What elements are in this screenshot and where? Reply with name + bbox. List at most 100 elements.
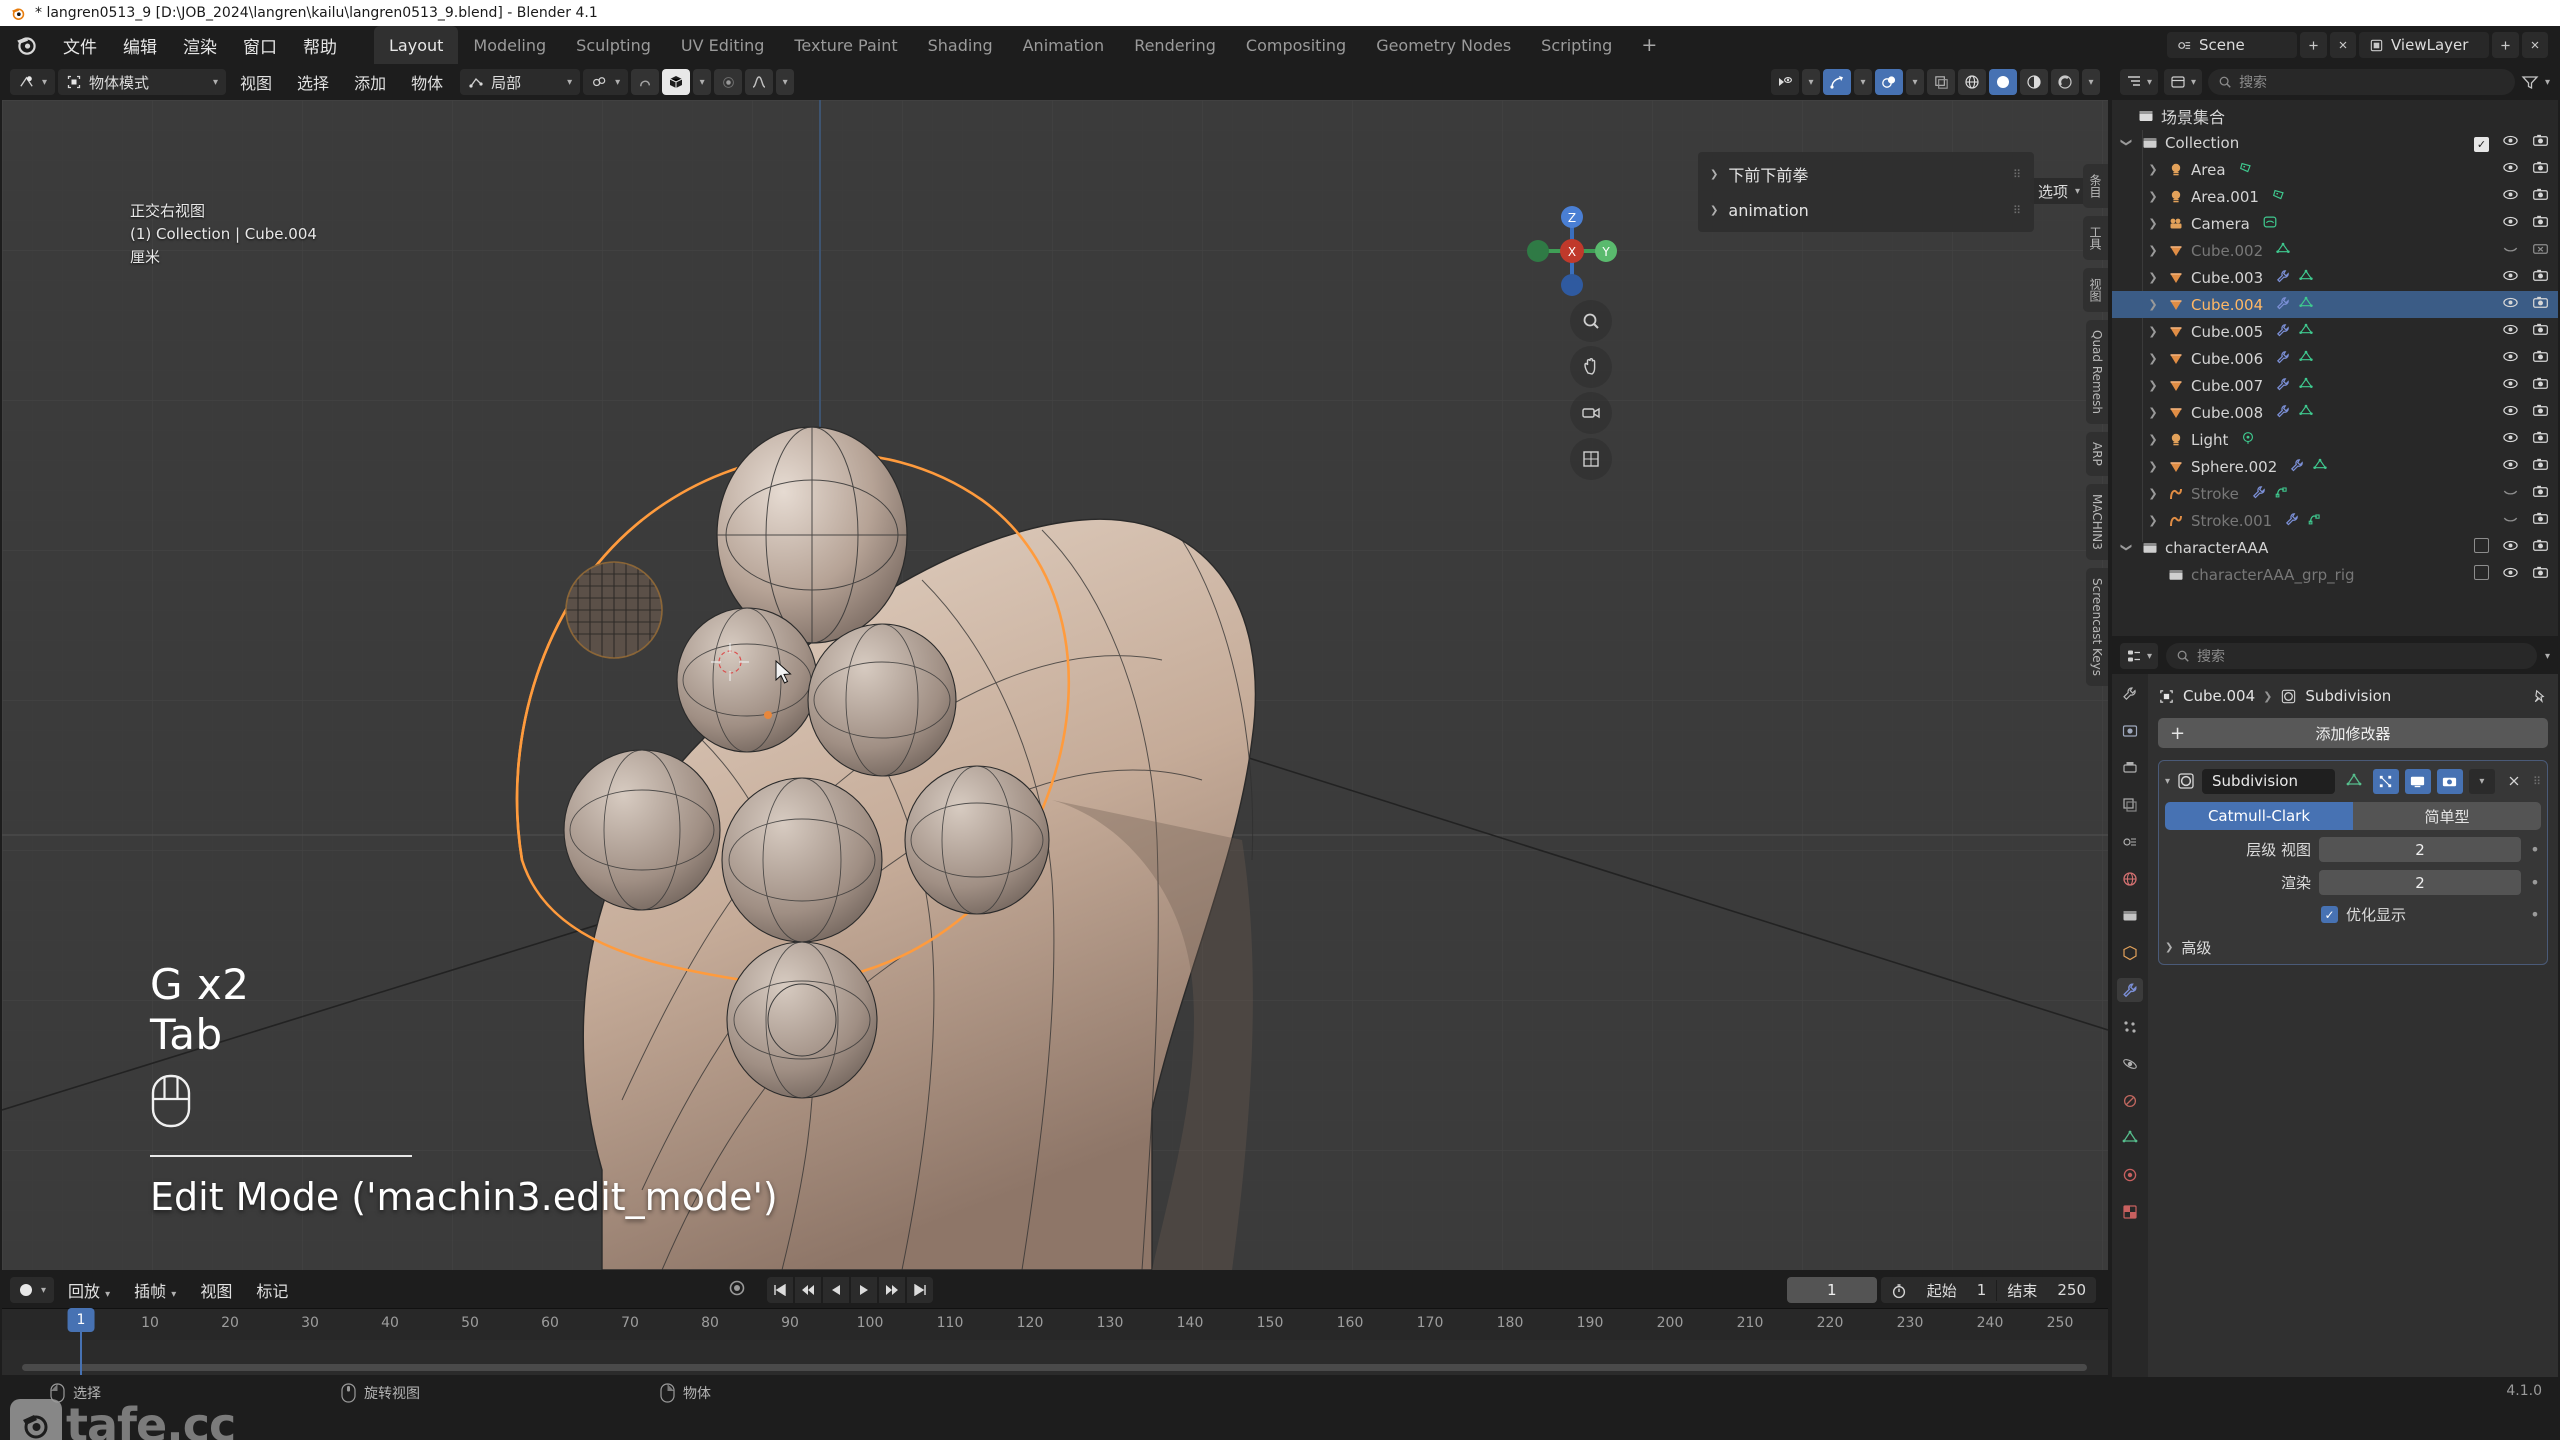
mirror-x-toggle[interactable] [714,69,743,95]
hide-in-viewport-toggle[interactable] [2502,132,2519,153]
tab-texture-paint[interactable]: Texture Paint [779,26,912,64]
playhead-frame-label[interactable]: 1 [67,1308,95,1332]
modifier-icon[interactable] [2284,511,2300,531]
grip-icon[interactable]: ⠿ [2533,775,2541,788]
modifier-icon[interactable] [2275,376,2291,396]
tab-particles[interactable] [2117,1015,2143,1039]
timeline-horizontal-scrollbar[interactable] [22,1364,2087,1371]
vtab-view[interactable]: 视图 [2083,268,2108,312]
outliner-editor[interactable]: ▾ ▾ 搜索 ▾ 场景集合 ❯ Collection ✓ ❯ Area ❯ Ar… [2112,64,2558,636]
overlays-dropdown[interactable]: ▾ [1906,69,1924,95]
vtab-tool[interactable]: 工具 [2083,216,2108,260]
sidebar-npanel[interactable]: ❯ 下前下前拳 ⠿ ❯ animation ⠿ [1698,152,2034,232]
mesh-data-icon[interactable] [2298,295,2314,315]
disable-in-render-toggle[interactable] [2532,429,2549,450]
disclosure-triangle-icon[interactable]: ❯ [2116,541,2138,554]
disable-in-render-toggle[interactable] [2532,186,2549,207]
transform-orientation-selector[interactable]: 局部 ▾ [460,69,581,95]
outliner-row-stroke[interactable]: ❯ Stroke [2112,480,2558,507]
viewlayer-selector[interactable]: ViewLayer [2359,32,2489,58]
tab-world[interactable] [2117,867,2143,891]
disable-in-render-toggle[interactable] [2532,375,2549,396]
modifier-icon[interactable] [2275,268,2291,288]
falloff-curve-button[interactable] [745,69,774,95]
shading-dropdown[interactable]: ▾ [2082,69,2100,95]
collection-exclude-checkbox[interactable]: ✓ [2474,134,2489,152]
timeline-menu-marker[interactable]: 标记 [246,1275,298,1305]
light-data-icon[interactable] [2271,187,2287,207]
hide-in-viewport-toggle[interactable] [2502,213,2519,234]
tab-constraints[interactable] [2117,1089,2143,1113]
tab-viewlayer[interactable] [2117,793,2143,817]
outliner-row-cube-008[interactable]: ❯ Cube.008 [2112,399,2558,426]
blender-app-menu-icon[interactable] [14,32,40,58]
properties-content[interactable]: Cube.004 ❯ Subdivision + 添加修改器 ▾ Subdivi… [2148,674,2558,1377]
modifier-icon[interactable] [2251,484,2267,504]
outliner-row-camera[interactable]: ❯ Camera [2112,210,2558,237]
disable-in-render-toggle[interactable] [2532,537,2549,558]
modifier-render-toggle[interactable] [2436,768,2463,794]
outliner-row-cube-005[interactable]: ❯ Cube.005 [2112,318,2558,345]
hide-in-viewport-toggle[interactable] [2502,159,2519,180]
outliner-row-cube-006[interactable]: ❯ Cube.006 [2112,345,2558,372]
modifier-expand-icon[interactable]: ▾ [2165,776,2170,787]
disable-in-render-toggle[interactable] [2532,240,2549,261]
modifier-icon[interactable] [2275,295,2291,315]
mesh-data-icon[interactable] [2298,322,2314,342]
tab-uv-editing[interactable]: UV Editing [666,26,779,64]
modifier-edit-mode-toggle[interactable] [2372,768,2399,794]
tab-compositing[interactable]: Compositing [1231,26,1361,64]
tab-rendering[interactable]: Rendering [1119,26,1231,64]
disclosure-triangle-icon[interactable]: ❯ [2142,325,2164,338]
timeline-editor[interactable]: ▾ 回放 ▾ 插帧 ▾ 视图 标记 1 起始 1 结束 250 10 20 30… [2,1272,2108,1375]
hide-in-viewport-toggle[interactable] [2502,510,2519,531]
tab-physics[interactable] [2117,1052,2143,1076]
light-data-icon[interactable] [2238,160,2254,180]
mesh-data-icon[interactable] [2275,241,2291,261]
outliner-display-mode-selector[interactable]: ▾ [2164,69,2203,95]
menu-window[interactable]: 窗口 [230,29,290,62]
grip-icon[interactable]: ⠿ [2013,204,2022,217]
tab-texture[interactable] [2117,1200,2143,1224]
outliner-row-cube-004[interactable]: ❯ Cube.004 [2112,291,2558,318]
viewport-canvas[interactable]: 正交右视图 (1) Collection | Cube.004 厘米 G x2 … [2,100,2108,1270]
editor-type-selector[interactable]: ▾ [10,69,56,95]
tab-animation[interactable]: Animation [1008,26,1120,64]
disable-in-render-toggle[interactable] [2532,132,2549,153]
breadcrumb-object-name[interactable]: Cube.004 [2183,687,2255,705]
disclosure-triangle-icon[interactable]: ❯ [2142,271,2164,284]
outliner-row-collection[interactable]: ❯ Collection ✓ [2112,129,2558,156]
play-button[interactable] [851,1277,878,1303]
outliner-row-scene-collection[interactable]: 场景集合 [2112,102,2558,129]
snapping-toggle[interactable]: ▾ [583,69,629,95]
vtab-machin3[interactable]: MACHIN3 [2086,483,2108,560]
disclosure-triangle-icon[interactable]: ❯ [2142,379,2164,392]
hide-in-viewport-toggle[interactable] [2502,240,2519,261]
tab-scripting[interactable]: Scripting [1526,26,1627,64]
gizmo-dropdown[interactable]: ▾ [1854,69,1872,95]
tab-collection-props[interactable] [2117,904,2143,928]
visibility-dropdown[interactable]: ▾ [1802,69,1820,95]
properties-editor[interactable]: ▾ 搜索 ▾ Cube.004 ❯ Subdivision + 添加修改器 ▾ … [2112,638,2558,1377]
outliner-row-stroke-001[interactable]: ❯ Stroke.001 [2112,507,2558,534]
xray-toggle[interactable] [1927,69,1955,95]
new-scene-button[interactable] [2300,32,2327,58]
animate-property-dot[interactable]: • [2529,873,2541,892]
curve-data-icon[interactable] [2307,511,2323,531]
prev-keyframe-button[interactable] [795,1277,822,1303]
hide-in-viewport-toggle[interactable] [2502,456,2519,477]
outliner-row-characteraaa[interactable]: ❯ characterAAA [2112,534,2558,561]
object-mode-selector[interactable]: 物体模式 ▾ [58,69,227,95]
outliner-row-light[interactable]: ❯ Light [2112,426,2558,453]
next-keyframe-button[interactable] [879,1277,906,1303]
outliner-search-input[interactable]: 搜索 [2208,69,2515,95]
viewport-options-selector[interactable]: 选项 ▾ [2029,178,2088,204]
disclosure-triangle-icon[interactable]: ❯ [2142,244,2164,257]
shading-rendered-button[interactable] [2051,69,2079,95]
proportional-object-toggle[interactable] [662,69,691,95]
filter-icon[interactable] [2521,73,2539,91]
menu-render[interactable]: 渲染 [170,29,230,62]
jump-to-start-button[interactable] [767,1277,794,1303]
hide-in-viewport-toggle[interactable] [2502,429,2519,450]
scene-selector[interactable]: Scene [2167,32,2297,58]
